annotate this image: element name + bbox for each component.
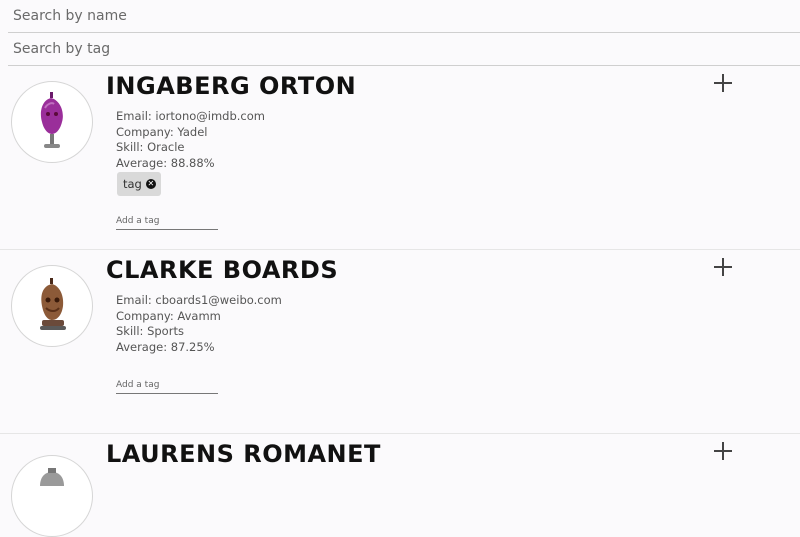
tag-list: tag ✕ [117,172,161,196]
tag-chip: tag ✕ [117,172,161,196]
student-details: Email: iortono@imdb.com Company: Yadel S… [116,109,265,171]
student-name: CLARKE BOARDS [106,256,339,284]
student-name: INGABERG ORTON [106,72,357,100]
search-by-name-input[interactable] [8,0,800,33]
add-tag-input[interactable] [116,214,218,230]
add-tag-input[interactable] [116,378,218,394]
student-skill: Skill: Oracle [116,140,185,154]
student-details: Email: cboards1@weibo.com Company: Avamm… [116,293,282,355]
student-name: LAURENS ROMANET [106,440,381,468]
avatar [11,81,93,163]
avatar [11,265,93,347]
student-average: Average: 88.88% [116,155,215,170]
robot-avatar-icon [40,92,63,148]
search-area [8,0,800,66]
avatar [11,455,93,537]
student-average: Average: 87.25% [116,339,215,354]
student-email: Email: iortono@imdb.com [116,109,265,123]
student-company: Company: Yadel [116,124,208,139]
robot-avatar-icon [40,278,66,330]
expand-button[interactable] [706,250,740,284]
student-card: LAURENS ROMANET [0,434,800,537]
close-circle-icon[interactable]: ✕ [145,179,156,189]
tag-label: tag [123,177,142,191]
plus-icon [714,442,732,460]
student-skill: Skill: Sports [116,324,184,338]
student-list: INGABERG ORTON Email: iortono@imdb.com C… [0,66,800,537]
search-by-tag-input[interactable] [8,33,800,66]
student-email: Email: cboards1@weibo.com [116,293,282,307]
student-card: INGABERG ORTON Email: iortono@imdb.com C… [0,66,800,250]
expand-button[interactable] [706,66,740,100]
plus-icon [714,74,732,92]
student-card: CLARKE BOARDS Email: cboards1@weibo.com … [0,250,800,434]
plus-icon [714,258,732,276]
robot-avatar-icon [40,468,64,486]
student-company: Company: Avamm [116,308,221,323]
